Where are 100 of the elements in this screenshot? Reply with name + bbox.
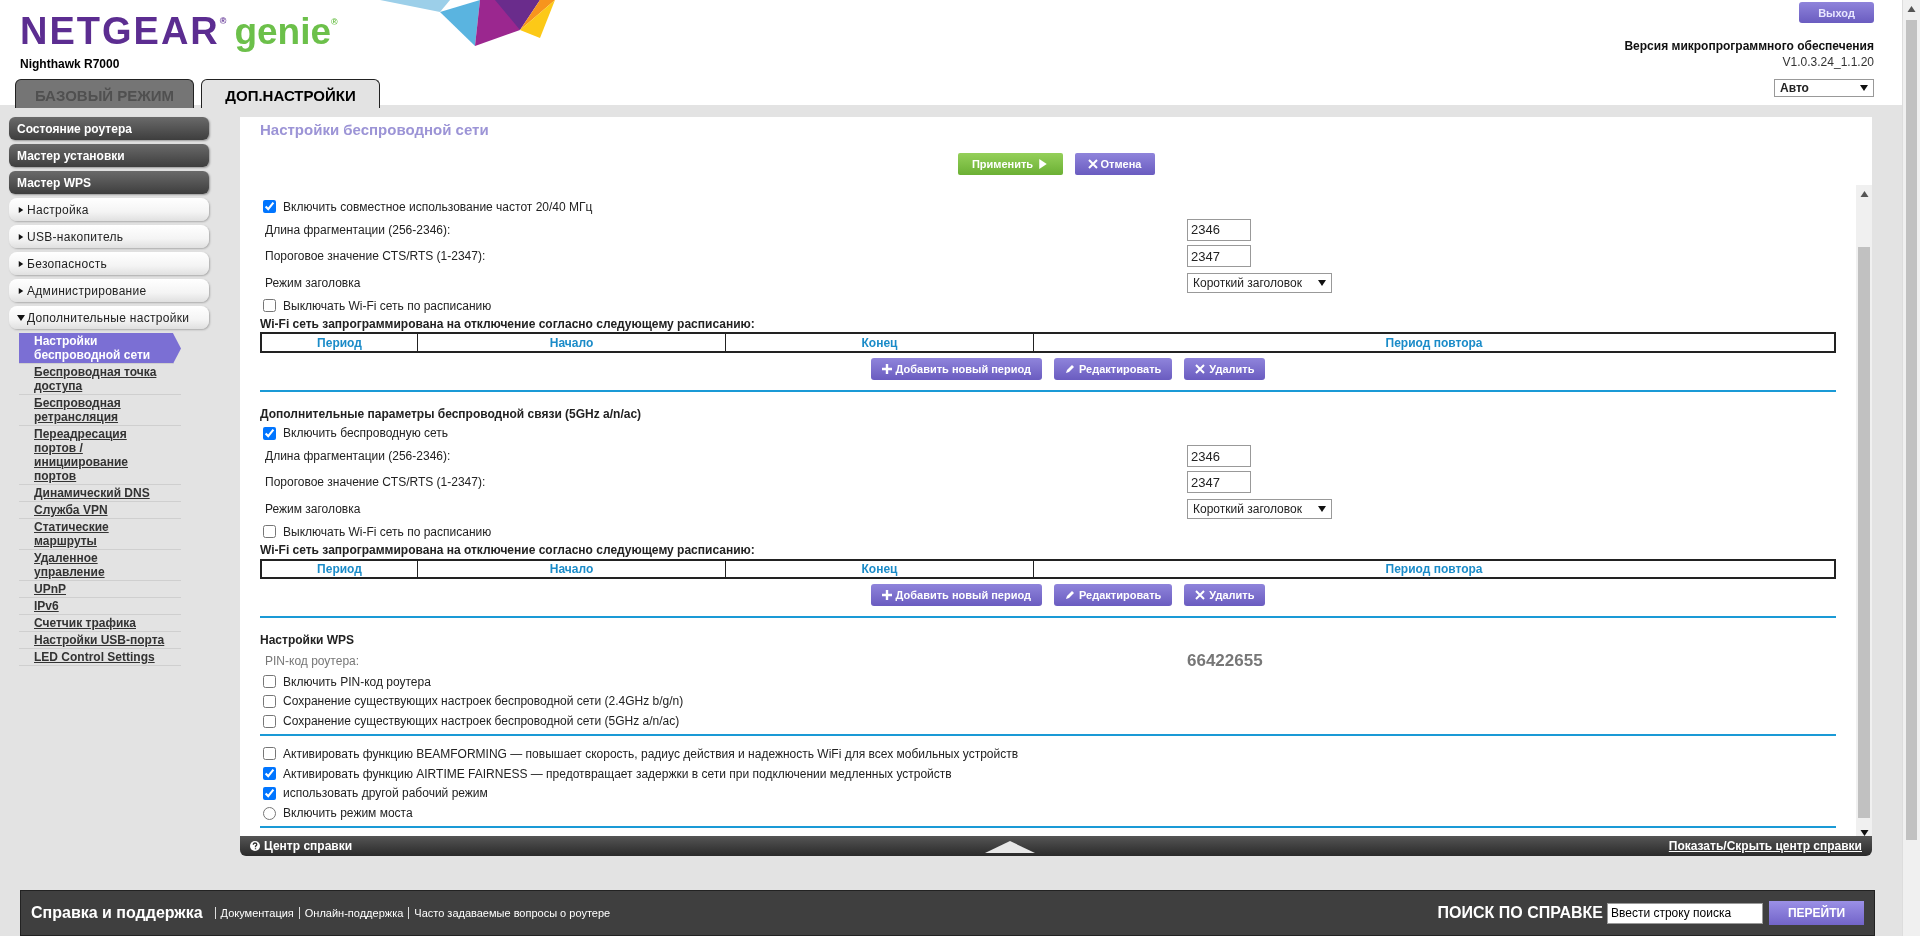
column-header: Начало [417, 334, 725, 352]
sidebar-link[interactable]: Настройки беспроводной сети [19, 333, 181, 364]
schedule-button[interactable]: Редактировать [1054, 358, 1173, 381]
sidebar-section[interactable]: Безопасность [9, 252, 209, 275]
product-logo-text: genie$^{®}$ [234, 11, 338, 53]
option-label: Выключать Wi-Fi сеть по расписанию [283, 298, 492, 313]
schedule-label: Wi-Fi сеть запрограммирована на отключение согласно следующему расписанию: [260, 542, 756, 559]
logout-button[interactable]: Выход [1799, 2, 1874, 23]
dropdown[interactable]: Короткий заголовок [1187, 272, 1332, 293]
search-label: ПОИСК ПО СПРАВКЕ [1437, 904, 1603, 922]
option-label: Сохранение существующих настроек беспроводной сети (5GHz a/n/ac) [283, 714, 680, 729]
scroll-up-icon[interactable] [1907, 6, 1916, 12]
checkbox[interactable] [263, 200, 276, 214]
sidebar-section[interactable]: Администрирование [9, 279, 209, 302]
schedule-button[interactable]: Удалить [1184, 358, 1266, 381]
schedule-button[interactable]: Удалить [1184, 584, 1266, 607]
scrollbar[interactable] [1902, 0, 1920, 936]
radio-button[interactable] [263, 806, 276, 820]
sidebar-link[interactable]: Беспроводная ретрансляция [19, 395, 181, 426]
field-label: Режим заголовка [265, 275, 362, 290]
close-icon [1195, 590, 1206, 601]
column-header: Конец [725, 334, 1033, 352]
sidebar-section[interactable]: Дополнительные настройки [9, 306, 209, 329]
text-field[interactable]: 2347 [1187, 245, 1251, 268]
schedule-label: Wi-Fi сеть запрограммирована на отключение согласно следующему расписанию: [260, 315, 756, 333]
checkbox[interactable] [263, 675, 276, 689]
scroll-up-icon[interactable] [1859, 191, 1869, 197]
option-label: Включить PIN-код роутера [283, 674, 431, 689]
support-link[interactable]: Документация [214, 907, 299, 919]
brand-logo-text: NETGEAR$^{®}$ [20, 10, 227, 53]
sidebar-link[interactable]: Беспроводная точка доступа [19, 364, 181, 395]
option-label: Выключать Wi-Fi сеть по расписанию [283, 524, 492, 539]
collapsed-arrow-icon [17, 233, 25, 240]
checkbox[interactable] [263, 767, 276, 781]
option-label: Включить совместное использование частот 20/40 МГц [283, 199, 593, 214]
help-icon[interactable] [250, 841, 260, 851]
sidebar-link[interactable]: Статические маршруты [19, 519, 181, 550]
support-link[interactable]: Онлайн-поддержка [298, 907, 409, 919]
schedule-button[interactable]: Добавить новый период [870, 358, 1043, 381]
collapsed-arrow-icon [17, 287, 25, 294]
column-header: Период повтора [1033, 334, 1834, 352]
collapsed-arrow-icon [17, 206, 25, 213]
sidebar-link[interactable]: Переадресация портов / инициирование портов [19, 426, 181, 485]
expand-tab-icon[interactable] [985, 839, 1036, 853]
sidebar-link[interactable]: IPv6 [19, 598, 181, 615]
close-icon [1195, 364, 1206, 375]
text-field[interactable]: 2346 [1187, 445, 1251, 468]
checkbox[interactable] [263, 694, 276, 708]
language-select[interactable]: Авто [1774, 79, 1874, 97]
page-title: Настройки беспроводной сети [259, 120, 490, 138]
checkbox[interactable] [263, 714, 276, 728]
option-label: Активировать функцию AIRTIME FAIRNESS — предотвращает задержки в сети при подключении медленных устройств [283, 766, 952, 781]
pin-code: 66422655 [1187, 650, 1263, 671]
dropdown[interactable]: Короткий заголовок [1187, 498, 1332, 519]
option-label: использовать другой рабочий режим [283, 786, 488, 801]
sidebar-link[interactable]: Настройки USB-порта [19, 632, 181, 649]
checkbox[interactable] [263, 525, 276, 539]
option-label: Сохранение существующих настроек беспроводной сети (2.4GHz b/g/n) [283, 694, 684, 709]
field-label: PIN-код роутера: [265, 653, 361, 668]
expanded-arrow-icon [17, 314, 25, 321]
checkbox[interactable] [263, 299, 276, 313]
sidebar-section[interactable]: Настройка [9, 198, 209, 221]
sidebar-link[interactable]: UPnP [19, 581, 181, 598]
sidebar-link[interactable]: LED Control Settings [19, 649, 181, 666]
model-name: Nighthawk R7000 [20, 57, 121, 71]
support-link[interactable]: Часто задаваемые вопросы о роутере [408, 907, 616, 919]
plus-icon [881, 590, 892, 601]
play-arrow-icon [1038, 159, 1049, 169]
column-header: Период [316, 334, 363, 352]
sidebar-link[interactable]: Удаленное управление [19, 550, 181, 581]
pencil-icon [1065, 364, 1076, 375]
sidebar-link[interactable]: Счетчик трафика [19, 615, 181, 632]
field-label: Длина фрагментации (256-2346): [265, 449, 452, 464]
help-center-title: Центр справки [264, 839, 353, 853]
sidebar-section[interactable]: USB-накопитель [9, 225, 209, 248]
text-field[interactable]: 2347 [1187, 471, 1251, 494]
dropdown-arrow-icon [1318, 279, 1326, 286]
option-label: Включить режим моста [283, 806, 413, 821]
checkbox[interactable] [263, 747, 276, 761]
dropdown-arrow-icon [1318, 505, 1326, 512]
sidebar-link[interactable]: Динамический DNS [19, 485, 181, 502]
checkbox[interactable] [263, 426, 276, 440]
sidebar-link[interactable]: Служба VPN [19, 502, 181, 519]
help-toggle-link[interactable]: Показать/Скрыть центр справки [1668, 839, 1862, 853]
scrollbar[interactable] [1856, 185, 1872, 836]
sidebar-button[interactable]: Мастер WPS [9, 171, 209, 194]
go-button[interactable]: ПЕРЕЙТИ [1769, 901, 1864, 925]
sidebar-button[interactable]: Мастер установки [9, 144, 209, 167]
column-header: Период повтора [1033, 560, 1834, 578]
checkbox[interactable] [263, 786, 276, 800]
sidebar-button[interactable]: Состояние роутера [9, 117, 209, 140]
schedule-button[interactable]: Добавить новый период [870, 584, 1043, 607]
search-field[interactable]: Ввести строку поиска [1607, 902, 1763, 924]
cancel-button[interactable]: Отмена [1074, 153, 1155, 175]
close-icon [1087, 159, 1098, 169]
mode-tab[interactable]: ДОП.НАСТРОЙКИ [201, 79, 380, 108]
schedule-button[interactable]: Редактировать [1054, 584, 1173, 607]
firmware-version: V1.0.3.24_1.1.20 [1782, 55, 1874, 69]
dropdown-arrow-icon [1860, 85, 1868, 91]
text-field[interactable]: 2346 [1187, 218, 1251, 241]
